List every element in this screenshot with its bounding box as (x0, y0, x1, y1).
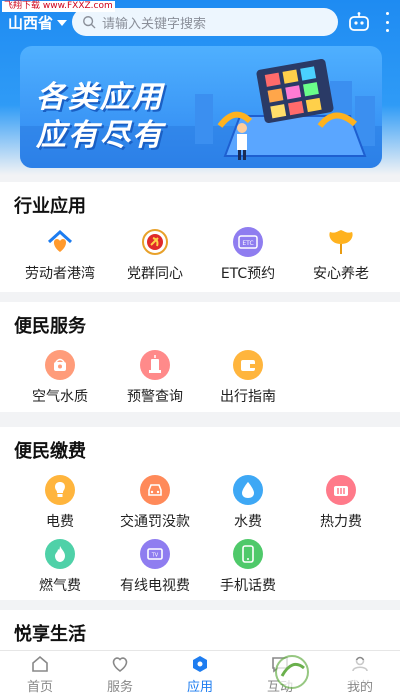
app-item-heating[interactable]: 热力费 (291, 475, 391, 531)
svg-text:TV: TV (151, 553, 159, 559)
gas-flame-icon (45, 539, 75, 569)
app-label: 水费 (234, 514, 262, 530)
nav-tab-services[interactable]: 服务 (80, 651, 160, 696)
alert-icon (140, 350, 170, 380)
section-public-services: 便民服务 空气水质 预警查询 出行指南 (0, 302, 400, 412)
app-label: 出行指南 (220, 389, 276, 405)
app-label: 空气水质 (32, 389, 88, 405)
search-input[interactable]: 请输入关键字搜索 (72, 8, 338, 36)
travel-guide-icon (233, 350, 263, 380)
home-icon (32, 655, 48, 672)
section-bill-payments: 便民缴费 电费 交通罚没款 水费 热力费 燃气费 TV 有线电视费 手机话费 (0, 427, 400, 600)
tv-icon: TV (140, 539, 170, 569)
section-title: 悦享生活 (14, 624, 86, 645)
mobile-phone-icon (233, 539, 263, 569)
nav-tab-home[interactable]: 首页 (0, 651, 80, 696)
water-drop-icon (233, 475, 263, 505)
app-label: 劳动者港湾 (25, 266, 95, 282)
svg-text:ETC: ETC (242, 240, 253, 247)
app-label: ETC预约 (220, 266, 276, 282)
air-quality-icon (45, 350, 75, 380)
app-item-elderly-care[interactable]: 安心养老 (291, 227, 391, 283)
nav-label: 首页 (26, 679, 53, 695)
banner-title-line2: 应有尽有 (36, 118, 164, 153)
region-label: 山西省 (8, 14, 54, 32)
search-icon (83, 16, 96, 29)
nav-label: 服务 (106, 679, 133, 695)
app-label: 党群同心 (127, 266, 183, 282)
app-item-alert-query[interactable]: 预警查询 (105, 350, 205, 406)
ginkgo-leaf-icon (326, 227, 356, 257)
app-label: 热力费 (320, 514, 362, 530)
app-label: 预警查询 (127, 389, 183, 405)
electricity-icon (45, 475, 75, 505)
more-menu-icon[interactable] (383, 12, 391, 32)
app-label: 手机话费 (220, 578, 276, 594)
nav-tab-apps[interactable]: 应用 (160, 651, 240, 696)
app-item-water[interactable]: 水费 (198, 475, 298, 531)
section-enjoy-life: 悦享生活 (0, 610, 400, 650)
heart-home-icon (45, 227, 75, 257)
app-item-party-unity[interactable]: 党群同心 (105, 227, 205, 283)
app-item-traffic-fine[interactable]: 交通罚没款 (105, 475, 205, 531)
chevron-down-icon (57, 19, 68, 26)
app-label: 燃气费 (39, 578, 81, 594)
app-item-travel-guide[interactable]: 出行指南 (198, 350, 298, 406)
section-title: 便民服务 (14, 316, 86, 337)
region-selector[interactable]: 山西省 (8, 12, 68, 33)
search-placeholder: 请输入关键字搜索 (102, 16, 207, 32)
section-title: 行业应用 (14, 196, 86, 217)
watermark-logo (275, 655, 396, 689)
nav-label: 应用 (186, 679, 213, 695)
robot-assistant-icon[interactable] (348, 12, 370, 32)
app-label: 交通罚没款 (120, 514, 190, 530)
app-label: 有线电视费 (120, 578, 190, 594)
app-item-cable-tv[interactable]: TV 有线电视费 (105, 539, 205, 595)
promo-banner[interactable]: 各类应用 应有尽有 (20, 46, 382, 168)
app-item-electricity[interactable]: 电费 (10, 475, 110, 531)
app-item-etc[interactable]: ETC ETC预约 (198, 227, 298, 283)
heart-icon (112, 656, 128, 672)
top-bar: 山西省 请输入关键字搜索 (0, 8, 400, 38)
app-item-gas[interactable]: 燃气费 (10, 539, 110, 595)
traffic-fine-icon (140, 475, 170, 505)
party-emblem-icon (140, 227, 170, 257)
etc-card-icon: ETC (233, 227, 263, 257)
section-title: 便民缴费 (14, 441, 86, 462)
app-item-air-water[interactable]: 空气水质 (10, 350, 110, 406)
apps-icon (193, 655, 207, 672)
app-label: 安心养老 (313, 266, 369, 282)
app-label: 电费 (46, 514, 74, 530)
heating-icon (326, 475, 356, 505)
app-item-mobile-bill[interactable]: 手机话费 (198, 539, 298, 595)
app-item-labor-harbor[interactable]: 劳动者港湾 (10, 227, 110, 283)
section-industry-apps: 行业应用 劳动者港湾 党群同心 ETC ETC预约 安心养老 (0, 182, 400, 292)
